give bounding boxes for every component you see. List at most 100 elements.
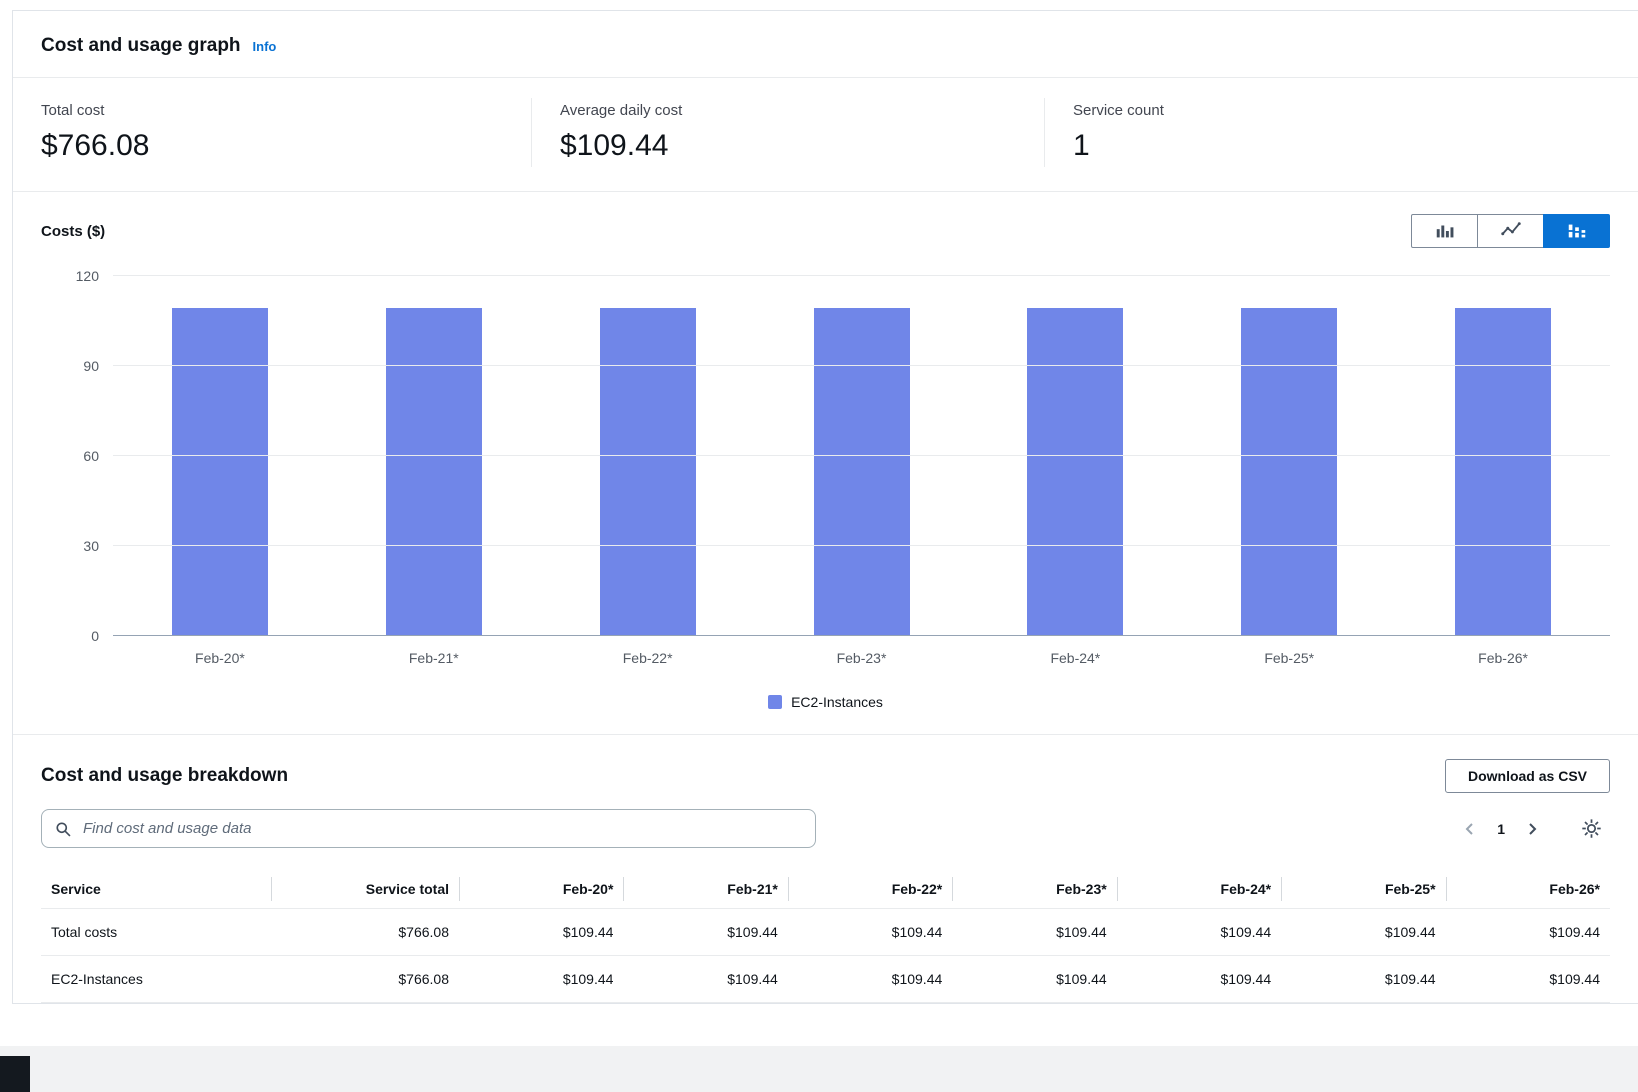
grouped-bar-chart-icon: [1434, 220, 1456, 242]
y-tick-label: 60: [83, 448, 99, 464]
cost-cell: $109.44: [1117, 956, 1281, 1003]
bar-Feb-22: [600, 308, 696, 636]
stat-label: Average daily cost: [560, 102, 1016, 119]
previous-page-button[interactable]: [1455, 817, 1485, 841]
x-tick-label: Feb-26*: [1396, 650, 1610, 666]
cost-cell: $109.44: [1446, 956, 1610, 1003]
bar-Feb-23: [814, 308, 910, 636]
current-page[interactable]: 1: [1489, 821, 1513, 837]
stat-value: $766.08: [41, 129, 503, 163]
chart-y-axis-title: Costs ($): [41, 223, 105, 240]
x-tick-label: Feb-24*: [968, 650, 1182, 666]
stacked-bar-chart-icon: [1566, 220, 1588, 242]
cost-cell: $766.08: [271, 909, 459, 956]
cost-cell: $109.44: [459, 956, 623, 1003]
bar-slot: [1396, 276, 1610, 636]
settings-button[interactable]: [1573, 814, 1610, 843]
summary-stats: Total cost $766.08 Average daily cost $1…: [13, 78, 1638, 192]
chart-section: Costs ($): [13, 192, 1638, 735]
y-tick-label: 30: [83, 538, 99, 554]
x-tick-label: Feb-22*: [541, 650, 755, 666]
pagination: 1: [1455, 814, 1610, 843]
table-header-row: ServiceService totalFeb-20*Feb-21*Feb-22…: [41, 870, 1610, 909]
stat-average-daily-cost: Average daily cost $109.44: [531, 98, 1044, 167]
column-header: Service total: [271, 870, 459, 909]
page-title: Cost and usage graph: [41, 35, 241, 57]
stat-service-count: Service count 1: [1044, 98, 1638, 167]
y-axis: 0306090120: [41, 276, 113, 636]
cost-bar-chart: 0306090120 Feb-20*Feb-21*Feb-22*Feb-23*F…: [41, 276, 1610, 666]
gridline: [113, 545, 1610, 546]
gridline: [113, 275, 1610, 276]
cost-cell: $109.44: [623, 956, 787, 1003]
column-header: Feb-25*: [1281, 870, 1445, 909]
column-header: Service: [41, 870, 271, 909]
gear-icon: [1581, 818, 1602, 839]
column-header: Feb-21*: [623, 870, 787, 909]
search-box[interactable]: [41, 809, 816, 848]
stat-label: Service count: [1073, 102, 1610, 119]
y-tick-label: 120: [76, 268, 99, 284]
plot-area: [113, 276, 1610, 636]
legend-swatch: [768, 695, 782, 709]
search-icon: [54, 820, 72, 838]
x-axis-baseline: [113, 635, 1610, 636]
bars-container: [113, 276, 1610, 636]
table-row: Total costs$766.08$109.44$109.44$109.44$…: [41, 909, 1610, 956]
breakdown-section: Cost and usage breakdown Download as CSV: [13, 735, 1638, 1003]
info-link[interactable]: Info: [253, 39, 277, 54]
line-chart-icon: [1500, 220, 1522, 242]
cost-cell: $109.44: [1281, 909, 1445, 956]
cost-cell: $109.44: [952, 956, 1116, 1003]
footer-dark-fragment: [0, 1056, 30, 1092]
stat-value: 1: [1073, 129, 1610, 163]
bar-slot: [327, 276, 541, 636]
column-header: Feb-23*: [952, 870, 1116, 909]
bar-slot: [968, 276, 1182, 636]
cost-cell: $109.44: [952, 909, 1116, 956]
grouped-bar-chart-toggle[interactable]: [1411, 214, 1478, 248]
bar-Feb-25: [1241, 308, 1337, 636]
bar-Feb-21: [386, 308, 482, 636]
table-row: EC2-Instances$766.08$109.44$109.44$109.4…: [41, 956, 1610, 1003]
column-header: Feb-20*: [459, 870, 623, 909]
cost-cell: $109.44: [1117, 909, 1281, 956]
legend-label: EC2-Instances: [791, 694, 883, 710]
column-header: Feb-26*: [1446, 870, 1610, 909]
column-header: Feb-22*: [788, 870, 952, 909]
card-header: Cost and usage graph Info: [13, 11, 1638, 78]
column-header: Feb-24*: [1117, 870, 1281, 909]
y-tick-label: 90: [83, 358, 99, 374]
chart-type-toggle: [1411, 214, 1610, 248]
cost-cell: $766.08: [271, 956, 459, 1003]
search-input[interactable]: [81, 819, 803, 838]
stat-total-cost: Total cost $766.08: [13, 98, 531, 167]
service-name-cell: EC2-Instances: [41, 956, 271, 1003]
cost-usage-card: Cost and usage graph Info Total cost $76…: [12, 10, 1638, 1004]
bar-slot: [541, 276, 755, 636]
bar-Feb-20: [172, 308, 268, 636]
x-tick-label: Feb-23*: [755, 650, 969, 666]
stacked-bar-chart-toggle[interactable]: [1543, 214, 1610, 248]
chart-legend: EC2-Instances: [41, 694, 1610, 710]
breakdown-title: Cost and usage breakdown: [41, 765, 288, 787]
y-tick-label: 0: [91, 628, 99, 644]
service-name-cell: Total costs: [41, 909, 271, 956]
cost-cell: $109.44: [788, 909, 952, 956]
cost-cell: $109.44: [623, 909, 787, 956]
bar-slot: [1182, 276, 1396, 636]
next-page-button[interactable]: [1517, 817, 1547, 841]
x-tick-label: Feb-25*: [1182, 650, 1396, 666]
line-chart-toggle[interactable]: [1477, 214, 1544, 248]
bar-Feb-26: [1455, 308, 1551, 636]
x-axis-labels: Feb-20*Feb-21*Feb-22*Feb-23*Feb-24*Feb-2…: [113, 650, 1610, 666]
download-csv-button[interactable]: Download as CSV: [1445, 759, 1610, 793]
x-tick-label: Feb-20*: [113, 650, 327, 666]
cost-cell: $109.44: [1281, 956, 1445, 1003]
breakdown-table-wrap: ServiceService totalFeb-20*Feb-21*Feb-22…: [13, 862, 1638, 1003]
cost-cell: $109.44: [459, 909, 623, 956]
bar-slot: [755, 276, 969, 636]
stat-value: $109.44: [560, 129, 1016, 163]
cost-breakdown-table: ServiceService totalFeb-20*Feb-21*Feb-22…: [41, 870, 1610, 1003]
gridline: [113, 365, 1610, 366]
